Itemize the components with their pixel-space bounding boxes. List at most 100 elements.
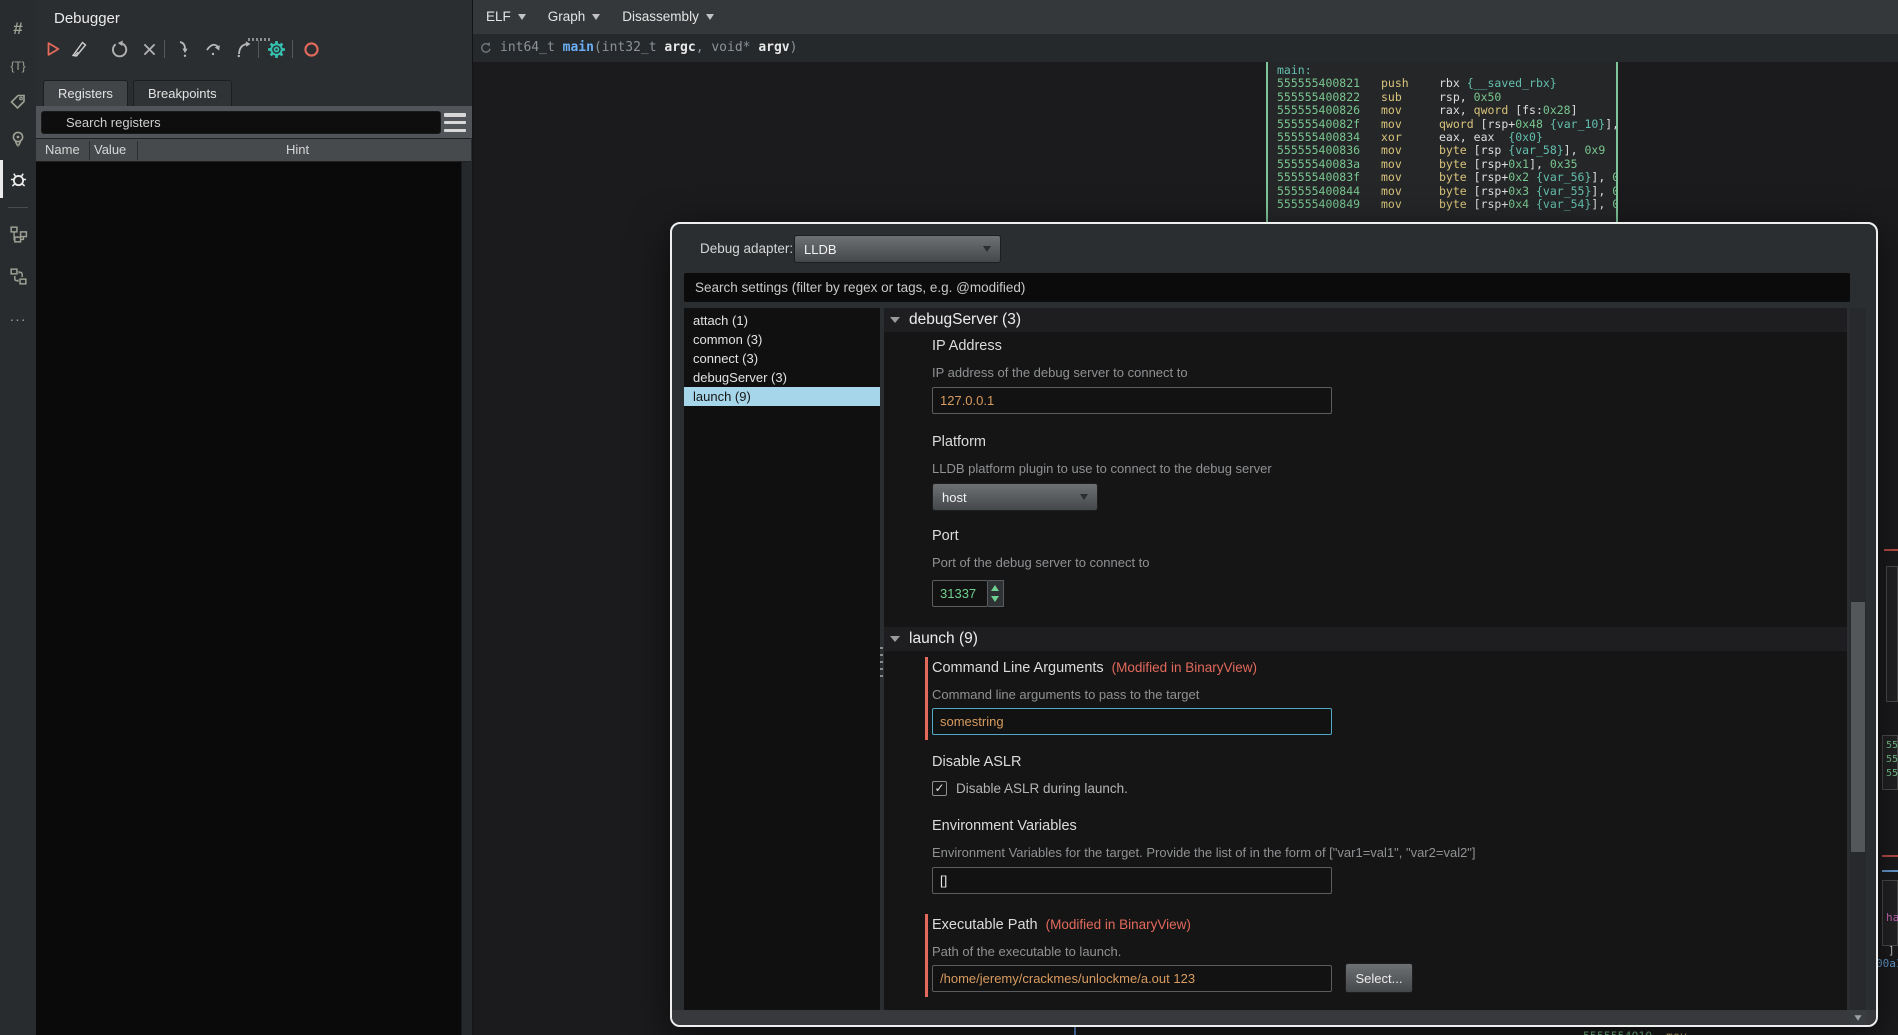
graph-text-fragment: ] — [1888, 944, 1895, 957]
hierarchy-icon[interactable] — [0, 219, 36, 249]
tab-registers[interactable]: Registers — [43, 80, 128, 106]
settings-category-connect[interactable]: connect (3) — [684, 349, 880, 368]
toolbar-drag-handle[interactable] — [248, 38, 270, 41]
debugger-panel: Debugger — [36, 0, 473, 1035]
disassembly-lines: main:555555400821pushrbx {__saved_rbx}55… — [1277, 64, 1618, 211]
graph-edge-red — [1882, 855, 1898, 857]
hash-symbols-icon[interactable]: # — [0, 14, 36, 44]
settings-search-input[interactable] — [684, 273, 1850, 302]
setting-name-ip: IP Address — [932, 338, 1002, 354]
chevron-down-icon — [518, 14, 526, 20]
settings-category-launch[interactable]: launch (9) — [684, 387, 880, 406]
settings-gear-icon[interactable] — [265, 38, 287, 60]
restart-icon[interactable] — [108, 38, 130, 60]
disassembly-line: 55555540083fmovbyte [rsp+0x2 {var_56}], … — [1277, 171, 1618, 184]
collapse-triangle-icon[interactable] — [890, 636, 900, 642]
column-name: Name — [45, 142, 80, 157]
step-return-icon[interactable] — [232, 38, 254, 60]
search-registers-input[interactable] — [41, 111, 441, 134]
debug-adapter-value: LLDB — [804, 242, 837, 257]
attach-pen-icon[interactable] — [68, 38, 90, 60]
disassembly-line: 555555400844movbyte [rsp+0x3 {var_55}], … — [1277, 185, 1618, 198]
platform-dropdown[interactable]: host — [932, 483, 1098, 511]
collapse-triangle-icon[interactable] — [890, 317, 900, 323]
splitter-handle[interactable] — [880, 647, 883, 681]
settings-category-common[interactable]: common (3) — [684, 330, 880, 349]
types-icon[interactable]: {T} — [0, 51, 36, 81]
scrollbar-thumb[interactable] — [1851, 602, 1865, 852]
activity-sidebar: # {T} ··· — [0, 0, 36, 1035]
registers-table-header: Name Value Hint — [36, 138, 471, 162]
disassembly-line: 555555400836movbyte [rsp {var_58}], 0x9 — [1277, 144, 1618, 157]
select-file-button[interactable]: Select... — [1345, 963, 1413, 993]
function-signature: int64_t main(int32_t argc, void* argv) — [500, 40, 797, 55]
registers-table-body[interactable] — [36, 162, 461, 1035]
run-button[interactable] — [42, 38, 64, 60]
graph-edge-blue — [1074, 1027, 1076, 1035]
menu-graph[interactable]: Graph — [548, 9, 601, 24]
tag-icon[interactable] — [0, 87, 36, 117]
graph-edge-blue — [1882, 870, 1898, 872]
setting-name-aslr: Disable ASLR — [932, 754, 1021, 770]
spinner-up-icon[interactable] — [991, 585, 999, 591]
chevron-down-icon — [592, 14, 600, 20]
section-header-debugserver: debugServer (3) — [884, 308, 1847, 332]
tab-breakpoints[interactable]: Breakpoints — [133, 80, 232, 106]
port-spinner — [988, 580, 1004, 607]
setting-name-platform: Platform — [932, 434, 986, 450]
register-search-strip — [36, 106, 472, 138]
executable-path-input[interactable] — [932, 965, 1332, 992]
location-pin-icon[interactable] — [0, 124, 36, 154]
setting-desc-port: Port of the debug server to connect to — [932, 555, 1150, 570]
graph-node-fragment: 555555 — [1882, 735, 1898, 790]
environment-variables-input[interactable] — [932, 867, 1332, 894]
column-hint: Hint — [286, 142, 309, 157]
debug-adapter-dropdown[interactable]: LLDB — [794, 235, 1001, 263]
debug-adapter-label: Debug adapter: — [700, 241, 793, 256]
clipped-disassembly-row: 5555554010 mov — [1583, 1029, 1687, 1035]
more-options-icon[interactable]: ··· — [0, 304, 36, 334]
debugger-bug-icon[interactable] — [0, 164, 36, 194]
panel-title: Debugger — [54, 10, 120, 27]
command-line-arguments-input[interactable] — [932, 708, 1332, 735]
setting-name-args: Command Line Arguments(Modified in Binar… — [932, 660, 1257, 676]
graph-node-fragment — [1886, 566, 1898, 702]
section-title: launch (9) — [909, 630, 978, 648]
record-icon[interactable] — [300, 38, 322, 60]
section-title: debugServer (3) — [909, 311, 1021, 329]
section-header-launch: launch (9) — [884, 627, 1847, 651]
step-into-icon[interactable] — [172, 38, 194, 60]
disable-aslr-checkbox[interactable]: ✓ — [932, 781, 947, 796]
binary-ninja-window: # {T} ··· Debugger — [0, 0, 1898, 1035]
disassembly-line: 555555400826movrax, qword [fs:0x28] — [1277, 104, 1618, 117]
chevron-down-icon — [1080, 494, 1088, 500]
toolbar-separator — [258, 40, 259, 58]
column-value: Value — [94, 142, 126, 157]
sidebar-divider — [8, 207, 28, 208]
setting-desc-exec: Path of the executable to launch. — [932, 944, 1121, 959]
step-over-icon[interactable] — [202, 38, 224, 60]
toolbar-separator — [292, 40, 293, 58]
dialog-scrollbar[interactable] — [1850, 308, 1866, 1010]
settings-category-attach[interactable]: attach (1) — [684, 311, 880, 330]
cross-references-icon[interactable] — [0, 261, 36, 291]
disassembly-line: 555555400821pushrbx {__saved_rbx} — [1277, 77, 1618, 90]
modified-tag: (Modified in BinaryView) — [1112, 660, 1257, 675]
menu-elf[interactable]: ELF — [486, 9, 526, 24]
settings-category-debugServer[interactable]: debugServer (3) — [684, 368, 880, 387]
ip-address-input[interactable] — [932, 387, 1332, 414]
hamburger-menu-icon[interactable] — [444, 113, 466, 132]
setting-desc-env: Environment Variables for the target. Pr… — [932, 845, 1476, 860]
spinner-down-icon[interactable] — [991, 596, 999, 602]
modified-indicator-bar — [925, 914, 928, 997]
graph-edge-red — [1884, 549, 1898, 551]
refresh-icon[interactable] — [479, 41, 493, 55]
port-input[interactable] — [932, 580, 988, 607]
menu-disassembly[interactable]: Disassembly — [622, 9, 714, 24]
chevron-down-icon — [983, 246, 991, 252]
scrollbar-down-button[interactable] — [1850, 1010, 1866, 1025]
registers-scrollbar[interactable] — [461, 162, 472, 1035]
stop-close-icon[interactable] — [138, 38, 160, 60]
checkbox-label[interactable]: Disable ASLR during launch. — [956, 781, 1128, 796]
setting-desc-args: Command line arguments to pass to the ta… — [932, 687, 1199, 702]
